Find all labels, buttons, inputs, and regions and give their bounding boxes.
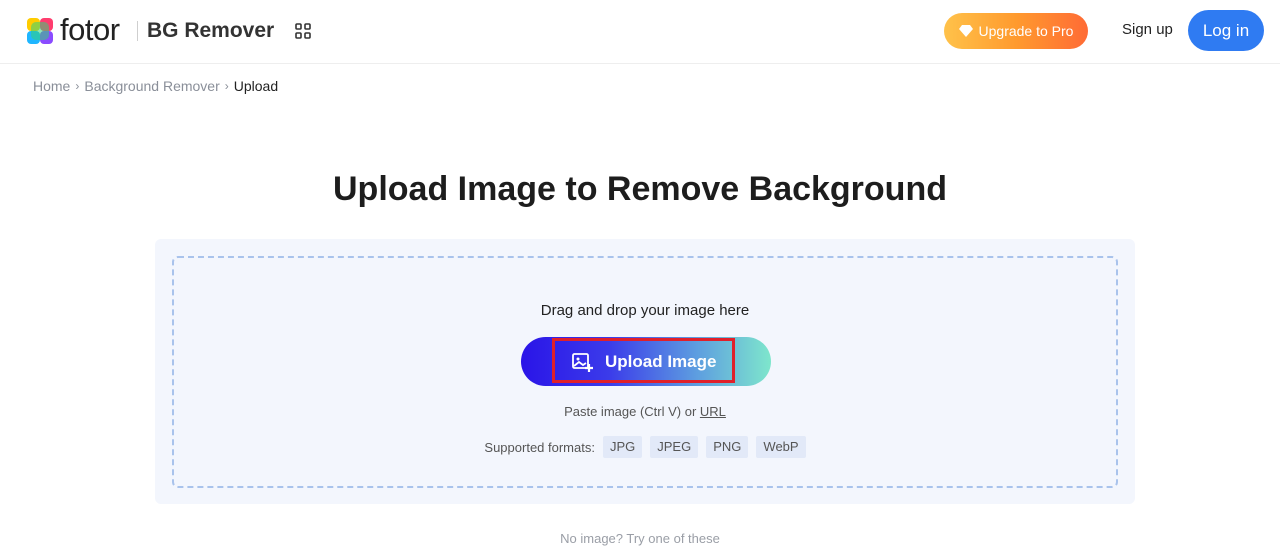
sample-images-hint: No image? Try one of these bbox=[560, 531, 720, 546]
top-header: fotor BG Remover Upgrade to Pro Sign up … bbox=[0, 0, 1280, 64]
logo-separator bbox=[137, 21, 138, 41]
diamond-icon bbox=[958, 25, 973, 37]
chevron-right-icon: › bbox=[75, 79, 80, 93]
url-link[interactable]: URL bbox=[700, 404, 726, 419]
breadcrumb-background-remover[interactable]: Background Remover bbox=[84, 78, 219, 94]
fotor-logo-icon[interactable] bbox=[27, 18, 53, 44]
supported-formats: Supported formats: JPG JPEG PNG WebP bbox=[174, 436, 1116, 458]
chevron-right-icon: › bbox=[224, 79, 229, 93]
paste-hint: Paste image (Ctrl V) or URL bbox=[174, 403, 1116, 421]
drag-drop-text: Drag and drop your image here bbox=[540, 302, 750, 319]
paste-hint-text: Paste image (Ctrl V) or bbox=[564, 404, 700, 419]
format-badge-jpg: JPG bbox=[602, 436, 643, 458]
upload-button-content: Upload Image bbox=[571, 337, 716, 386]
upgrade-label: Upgrade to Pro bbox=[978, 23, 1074, 39]
format-badge-webp: WebP bbox=[756, 436, 806, 458]
breadcrumb-home[interactable]: Home bbox=[33, 78, 70, 94]
logo-text[interactable]: fotor bbox=[60, 12, 120, 48]
format-badge-png: PNG bbox=[706, 436, 749, 458]
format-badge-jpeg: JPEG bbox=[650, 436, 699, 458]
product-name[interactable]: BG Remover bbox=[147, 17, 274, 45]
apps-grid-icon[interactable] bbox=[294, 22, 312, 40]
image-add-icon bbox=[572, 352, 593, 372]
drop-zone[interactable]: Drag and drop your image here Upload Ima… bbox=[172, 256, 1118, 488]
formats-label: Supported formats: bbox=[484, 439, 595, 455]
log-in-button[interactable]: Log in bbox=[1188, 10, 1264, 51]
page-title: Upload Image to Remove Background bbox=[333, 170, 947, 208]
upload-panel: Drag and drop your image here Upload Ima… bbox=[155, 239, 1135, 504]
breadcrumb-upload: Upload bbox=[233, 78, 279, 94]
breadcrumb: Home › Background Remover › Upload bbox=[33, 76, 278, 96]
sign-up-link[interactable]: Sign up bbox=[1122, 20, 1173, 40]
upload-image-label: Upload Image bbox=[605, 351, 717, 371]
upload-image-button[interactable]: Upload Image bbox=[521, 337, 771, 386]
upgrade-to-pro-button[interactable]: Upgrade to Pro bbox=[944, 13, 1088, 49]
